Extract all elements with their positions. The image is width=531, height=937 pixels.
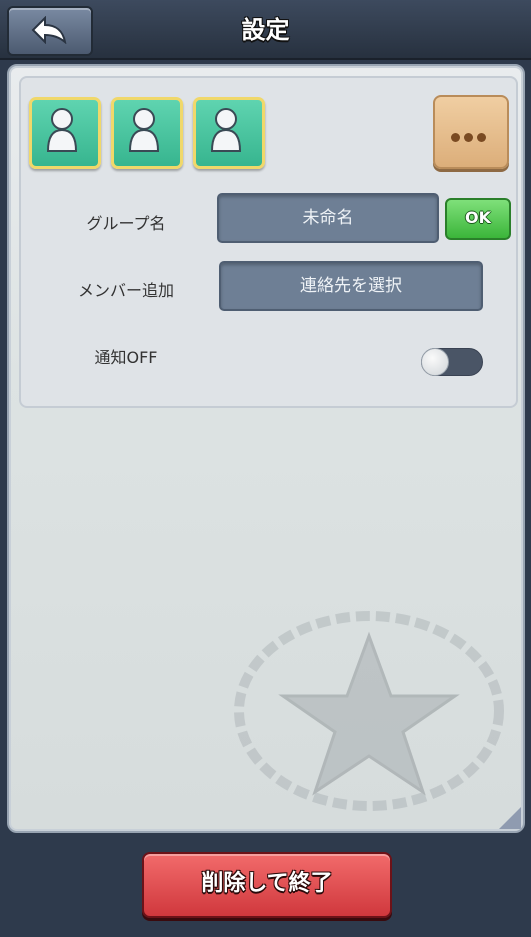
more-options-button[interactable] [433, 95, 509, 169]
toggle-knob [421, 348, 449, 376]
add-member-label: メンバー追加 [77, 281, 174, 300]
select-contacts-button[interactable]: 連絡先を選択 [219, 261, 483, 311]
notify-toggle[interactable] [421, 348, 483, 376]
notify-label: 通知OFF [94, 348, 158, 367]
header-bar: 設定 [0, 0, 531, 60]
user-icon [128, 108, 160, 152]
ellipsis-icon [451, 127, 490, 146]
group-settings-card: グループ名 未命名 OK メンバー追加 連絡先を選択 通知OFF [19, 76, 518, 408]
member-slot-3[interactable] [193, 97, 265, 169]
user-icon [46, 108, 78, 152]
star-emblem-icon [234, 611, 504, 811]
user-icon [210, 108, 242, 152]
member-slot-2[interactable] [111, 97, 183, 169]
group-name-field[interactable]: 未命名 [217, 193, 439, 243]
group-name-label: グループ名 [86, 214, 166, 233]
delete-and-exit-button[interactable]: 削除して終了 [142, 852, 392, 918]
ok-button[interactable]: OK [445, 198, 511, 240]
member-slot-1[interactable] [29, 97, 101, 169]
settings-panel: グループ名 未命名 OK メンバー追加 連絡先を選択 通知OFF [7, 64, 525, 833]
corner-decoration-icon [499, 807, 521, 829]
page-title: 設定 [241, 16, 290, 44]
